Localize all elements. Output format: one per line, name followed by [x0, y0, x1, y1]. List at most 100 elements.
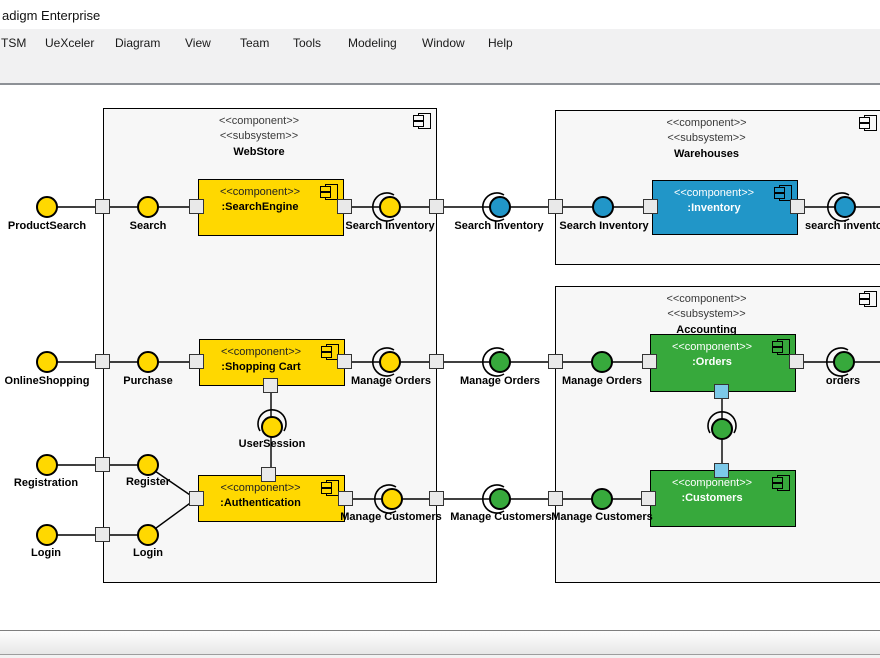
interface-ball-managecustomers-2[interactable]	[489, 488, 511, 510]
port[interactable]	[429, 491, 444, 506]
component-icon	[325, 184, 338, 200]
menu-diagram[interactable]: Diagram	[115, 36, 160, 50]
stereotype-component: <<component>>	[653, 186, 775, 201]
port[interactable]	[642, 354, 657, 369]
port[interactable]	[189, 354, 204, 369]
interface-ball-searchinventory-3[interactable]	[592, 196, 614, 218]
interface-ball-register[interactable]	[137, 454, 159, 476]
port-blue[interactable]	[714, 463, 729, 478]
interface-label: Login	[31, 547, 61, 559]
interface-ball-searchinventory-2[interactable]	[489, 196, 511, 218]
stereotype-component: <<component>>	[556, 292, 857, 307]
interface-ball-manageorders-3[interactable]	[591, 351, 613, 373]
stereotype-component: <<component>>	[104, 114, 414, 129]
port[interactable]	[337, 199, 352, 214]
port[interactable]	[338, 491, 353, 506]
interface-label: Manage Orders	[562, 375, 642, 387]
interface-label: Manage Customers	[450, 511, 551, 523]
port[interactable]	[263, 378, 278, 393]
subsystem-name: WebStore	[104, 144, 414, 160]
interface-ball-registration[interactable]	[36, 454, 58, 476]
component-inventory[interactable]: <<component>> :Inventory	[652, 180, 798, 235]
interface-label: OnlineShopping	[5, 375, 90, 387]
subsystem-accounting-header: <<component>> <<subsystem>> Accounting	[556, 292, 857, 338]
interface-label: ProductSearch	[8, 220, 86, 232]
port[interactable]	[548, 491, 563, 506]
interface-ball-search[interactable]	[137, 196, 159, 218]
interface-ball-login-inner[interactable]	[137, 524, 159, 546]
component-icon	[777, 339, 790, 355]
menu-tools[interactable]: Tools	[293, 36, 321, 50]
port[interactable]	[95, 457, 110, 472]
port[interactable]	[95, 527, 110, 542]
port[interactable]	[548, 199, 563, 214]
port-blue[interactable]	[714, 384, 729, 399]
menu-view[interactable]: View	[185, 36, 211, 50]
interface-label: orders	[826, 375, 860, 387]
interface-ball-orders-customers[interactable]	[711, 418, 733, 440]
port[interactable]	[548, 354, 563, 369]
window-title: adigm Enterprise	[2, 8, 100, 23]
port[interactable]	[790, 199, 805, 214]
interface-ball-managecustomers-3[interactable]	[591, 488, 613, 510]
stereotype-subsystem: <<subsystem>>	[556, 131, 857, 146]
interface-ball-searchinventory-1[interactable]	[379, 196, 401, 218]
menu-help[interactable]: Help	[488, 36, 513, 50]
port[interactable]	[337, 354, 352, 369]
menu-uexceler[interactable]: UeXceler	[45, 36, 94, 50]
interface-ball-onlineshopping[interactable]	[36, 351, 58, 373]
menu-tsm[interactable]: TSM	[1, 36, 26, 50]
interface-label: Manage Customers	[340, 511, 441, 523]
interface-ball-productsearch[interactable]	[36, 196, 58, 218]
interface-label: Search Inventory	[559, 220, 648, 232]
interface-ball-managecustomers-1[interactable]	[381, 488, 403, 510]
port[interactable]	[261, 467, 276, 482]
interface-label: Search Inventory	[345, 220, 434, 232]
subsystem-name: Warehouses	[556, 146, 857, 162]
interface-ball-searchinventory-4[interactable]	[834, 196, 856, 218]
component-authentication[interactable]: <<component>> :Authentication	[198, 475, 345, 522]
component-name: :Customers	[651, 491, 773, 506]
interface-ball-purchase[interactable]	[137, 351, 159, 373]
port[interactable]	[789, 354, 804, 369]
interface-ball-manageorders-2[interactable]	[489, 351, 511, 373]
port[interactable]	[641, 491, 656, 506]
stereotype-component: <<component>>	[200, 345, 322, 360]
port[interactable]	[429, 354, 444, 369]
component-name: :SearchEngine	[199, 200, 321, 215]
stereotype-subsystem: <<subsystem>>	[556, 307, 857, 322]
interface-ball-orders[interactable]	[833, 351, 855, 373]
interface-label: Manage Orders	[460, 375, 540, 387]
subsystem-warehouses-header: <<component>> <<subsystem>> Warehouses	[556, 116, 857, 162]
component-name: :Shopping Cart	[200, 360, 322, 375]
menu-and-toolbar: TSM UeXceler Diagram View Team Tools Mod…	[0, 29, 880, 85]
component-searchengine[interactable]: <<component>> :SearchEngine	[198, 179, 344, 236]
menu-team[interactable]: Team	[240, 36, 269, 50]
stereotype-component: <<component>>	[199, 185, 321, 200]
interface-label: UserSession	[239, 438, 306, 450]
port[interactable]	[95, 354, 110, 369]
component-name: :Authentication	[199, 496, 322, 511]
component-icon	[864, 291, 877, 307]
port[interactable]	[189, 199, 204, 214]
component-name: :Inventory	[653, 201, 775, 216]
interface-label: search inventory	[805, 220, 880, 232]
menu-modeling[interactable]: Modeling	[348, 36, 397, 50]
status-bar-edge	[0, 654, 880, 658]
interface-label: Search Inventory	[454, 220, 543, 232]
interface-ball-usersession[interactable]	[261, 416, 283, 438]
interface-label: Search	[130, 220, 167, 232]
component-customers[interactable]: <<component>> :Customers	[650, 470, 796, 527]
component-icon	[418, 113, 431, 129]
stereotype-component: <<component>>	[199, 481, 322, 496]
interface-ball-login-outer[interactable]	[36, 524, 58, 546]
component-name: :Orders	[651, 355, 773, 370]
port[interactable]	[429, 199, 444, 214]
interface-ball-manageorders-1[interactable]	[379, 351, 401, 373]
menu-window[interactable]: Window	[422, 36, 465, 50]
port[interactable]	[189, 491, 204, 506]
port[interactable]	[95, 199, 110, 214]
port[interactable]	[643, 199, 658, 214]
component-icon	[777, 475, 790, 491]
interface-label: Register	[126, 476, 170, 488]
